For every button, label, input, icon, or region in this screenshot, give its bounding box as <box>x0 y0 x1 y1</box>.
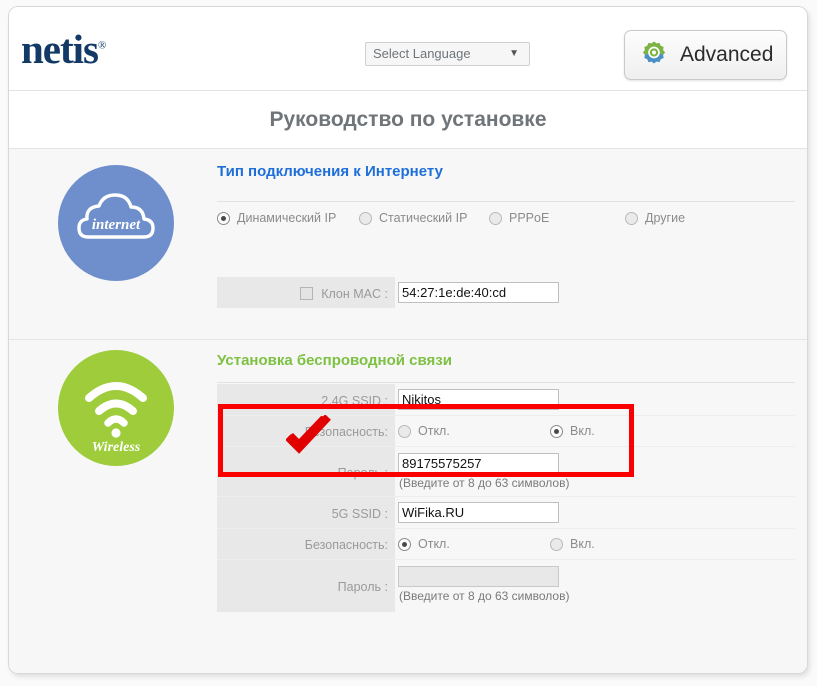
radio-pppoe-label: PPPoE <box>509 211 550 225</box>
language-select-value: Select Language <box>373 46 471 61</box>
security-5-on[interactable]: Вкл. <box>550 537 595 551</box>
password-24-hint: (Введите от 8 до 63 символов) <box>399 476 570 490</box>
security-24-on[interactable]: Вкл. <box>550 424 595 438</box>
page-header: netis® Select Language ▼ Advanced <box>9 7 807 91</box>
internet-icon-label: internet <box>92 217 141 233</box>
mac-clone-row: Клон MAC : <box>217 277 795 308</box>
security-24-label: Безопасность: <box>217 416 395 446</box>
password-5-label: Пароль : <box>217 560 395 612</box>
security-5-field: Откл. Вкл. <box>395 529 795 559</box>
security-24-off[interactable]: Откл. <box>398 424 550 438</box>
security-5-off[interactable]: Откл. <box>398 537 550 551</box>
password-5-field: (Введите от 8 до 63 символов) <box>395 560 795 612</box>
wireless-form: 2.4G SSID : Безопасность: Откл. <box>217 384 795 612</box>
security-5-off-label: Откл. <box>418 537 450 551</box>
router-setup-window: netis® Select Language ▼ Advanced Руково… <box>8 6 808 674</box>
password-24-label: Пароль : <box>217 447 395 496</box>
security-24-off-label: Откл. <box>418 424 450 438</box>
language-select[interactable]: Select Language ▼ <box>365 42 530 66</box>
netis-logo-text: netis <box>21 26 99 72</box>
security-5-on-indicator[interactable] <box>550 537 563 551</box>
radio-static-ip[interactable]: Статический IP <box>359 211 489 225</box>
connection-type-radio-group[interactable]: Динамический IP Статический IP PPPoE Дру… <box>217 211 685 225</box>
security-5-row: Безопасность: Откл. Вкл. <box>217 529 795 560</box>
spacer-row <box>217 245 795 277</box>
mac-clone-label-cell: Клон MAC : <box>217 277 395 308</box>
advanced-button[interactable]: Advanced <box>624 30 787 80</box>
ssid-24-field <box>395 384 795 415</box>
password-24-row: Пароль : (Введите от 8 до 63 символов) <box>217 447 795 497</box>
ssid-5-label: 5G SSID : <box>217 497 395 528</box>
security-24-off-indicator[interactable] <box>398 424 411 438</box>
security-24-radio-group[interactable]: Откл. Вкл. <box>398 424 595 438</box>
internet-section-divider <box>217 201 795 202</box>
radio-static-ip-label: Статический IP <box>379 211 468 225</box>
security-5-on-label: Вкл. <box>570 537 595 551</box>
security-5-label: Безопасность: <box>217 529 395 559</box>
radio-pppoe[interactable]: PPPoE <box>489 211 625 225</box>
setup-body: internet Тип подключения к Интернету Дин… <box>9 149 807 673</box>
chevron-down-icon: ▼ <box>509 48 519 59</box>
mac-clone-label: Клон MAC : <box>321 286 388 301</box>
mac-clone-checkbox[interactable] <box>300 287 314 300</box>
radio-static-ip-indicator[interactable] <box>359 211 372 225</box>
radio-dynamic-ip-label: Динамический IP <box>237 211 337 225</box>
radio-dynamic-ip-indicator[interactable] <box>217 211 230 225</box>
page-title: Руководство по установке <box>269 107 547 131</box>
netis-logo: netis® <box>21 26 106 72</box>
radio-other[interactable]: Другие <box>625 211 685 225</box>
internet-section-heading: Тип подключения к Интернету <box>217 163 443 180</box>
password-24-field: (Введите от 8 до 63 символов) <box>395 447 795 496</box>
ssid-24-label: 2.4G SSID : <box>217 384 395 415</box>
security-5-radio-group[interactable]: Откл. Вкл. <box>398 537 595 551</box>
spacer-label <box>217 245 395 277</box>
radio-other-label: Другие <box>645 211 686 225</box>
ssid-5-row: 5G SSID : <box>217 497 795 529</box>
ssid-5-input[interactable] <box>398 502 559 523</box>
password-5-hint: (Введите от 8 до 63 символов) <box>399 589 570 603</box>
screenshot-root: netis® Select Language ▼ Advanced Руково… <box>0 0 817 686</box>
mac-clone-field <box>395 277 795 308</box>
wireless-section-divider <box>217 382 795 383</box>
security-24-on-label: Вкл. <box>570 424 595 438</box>
security-24-row: Безопасность: Откл. Вкл. <box>217 416 795 447</box>
page-title-bar: Руководство по установке <box>9 91 807 149</box>
wireless-icon-label: Wireless <box>92 440 141 455</box>
internet-section: internet Тип подключения к Интернету Дин… <box>9 149 807 339</box>
spacer-field <box>395 245 795 277</box>
ssid-24-input[interactable] <box>398 389 559 410</box>
advanced-button-label: Advanced <box>680 43 774 66</box>
registered-mark-icon: ® <box>98 39 106 52</box>
security-24-field: Откл. Вкл. <box>395 416 795 446</box>
wireless-section: Wireless Установка беспроводной связи 2.… <box>9 339 807 673</box>
internet-icon: internet <box>58 165 174 281</box>
security-24-on-indicator[interactable] <box>550 424 563 438</box>
password-5-row: Пароль : (Введите от 8 до 63 символов) <box>217 560 795 612</box>
password-5-input[interactable] <box>398 566 559 587</box>
wireless-icon: Wireless <box>58 350 174 466</box>
wireless-section-heading: Установка беспроводной связи <box>217 352 452 369</box>
gear-icon <box>639 40 669 70</box>
mac-clone-input[interactable] <box>398 282 559 303</box>
ssid-24-row: 2.4G SSID : <box>217 384 795 416</box>
radio-other-indicator[interactable] <box>625 211 638 225</box>
radio-dynamic-ip[interactable]: Динамический IP <box>217 211 359 225</box>
password-24-input[interactable] <box>398 453 559 474</box>
ssid-5-field <box>395 497 795 528</box>
radio-pppoe-indicator[interactable] <box>489 211 502 225</box>
security-5-off-indicator[interactable] <box>398 537 411 551</box>
mac-clone-form: Клон MAC : <box>217 245 795 308</box>
